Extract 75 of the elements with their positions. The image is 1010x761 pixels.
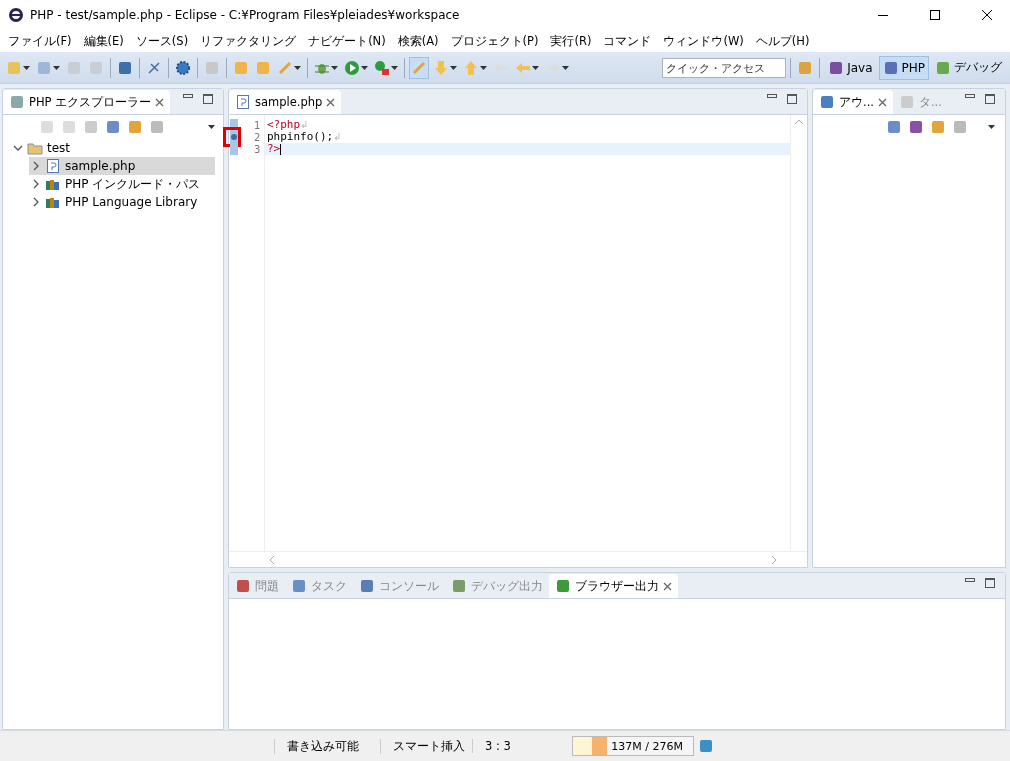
menu-item[interactable]: リファクタリング <box>194 33 303 49</box>
memory-reading: 137M / 276M <box>611 739 683 753</box>
line-number: 3 <box>254 143 262 155</box>
close-icon[interactable] <box>877 97 887 107</box>
caret-icon[interactable] <box>480 65 487 70</box>
line-end-mark: ↲ <box>300 119 309 131</box>
caret-icon[interactable] <box>361 65 368 70</box>
maximize-icon[interactable] <box>787 93 797 104</box>
cursor-position: 3 : 3 <box>472 739 552 753</box>
caret-icon[interactable] <box>208 125 215 129</box>
perspective-button[interactable]: デバッグ <box>931 55 1006 80</box>
view-tab[interactable]: ブラウザー出力 <box>549 574 678 598</box>
tree-item[interactable]: test <box>11 139 215 157</box>
run-toolbox-icon <box>374 59 390 76</box>
maximize-icon <box>930 10 940 20</box>
close-icon[interactable] <box>155 97 165 107</box>
brush-icon <box>411 59 427 76</box>
menu-item[interactable]: ファイル(F) <box>2 33 78 49</box>
code-text: <?php <box>267 119 301 131</box>
menu-item[interactable]: 編集(E) <box>77 33 130 49</box>
menu-item[interactable]: ヘルプ(H) <box>749 33 816 49</box>
code-text: phpinfo(); <box>267 131 334 143</box>
run-icon <box>344 59 360 76</box>
caret-icon[interactable] <box>562 65 569 70</box>
menu-item[interactable]: コマンド <box>597 33 658 49</box>
maximize-icon[interactable] <box>985 577 995 588</box>
caret-icon[interactable] <box>391 65 398 70</box>
minimize-icon[interactable] <box>183 93 193 98</box>
explorer-tab[interactable]: PHP エクスプローラー <box>3 90 171 114</box>
app-icon <box>8 7 24 23</box>
caret-icon[interactable] <box>294 65 301 70</box>
perspective-button[interactable]: Java <box>824 55 877 80</box>
menu-item[interactable]: ウィンドウ(W) <box>657 33 750 49</box>
php-file-icon <box>45 158 61 174</box>
down-arrow-icon <box>433 59 449 76</box>
quick-access-field[interactable]: クイック・アクセス <box>662 57 787 78</box>
tree-item[interactable]: PHP インクルード・パス <box>29 175 215 193</box>
minimize-icon[interactable] <box>767 93 777 98</box>
minimize-icon[interactable] <box>965 577 975 582</box>
menu-item[interactable]: ナビゲート(N) <box>302 33 392 49</box>
status-text: スマート挿入 <box>380 738 472 754</box>
gear-icon <box>175 59 191 76</box>
php-file-icon <box>235 94 251 110</box>
close-icon[interactable] <box>326 97 336 107</box>
minimize-icon[interactable] <box>965 93 975 98</box>
menu-item[interactable]: プロジェクト(P) <box>444 33 545 49</box>
brush-icon <box>277 59 293 76</box>
caret-icon[interactable] <box>450 65 457 70</box>
close-icon <box>982 10 992 20</box>
caret-icon[interactable] <box>532 65 539 70</box>
tree-item[interactable]: sample.php <box>29 157 215 175</box>
perspective-button[interactable]: PHP <box>878 55 929 80</box>
menu-item[interactable]: 検索(A) <box>391 33 445 49</box>
caret-icon[interactable] <box>23 65 30 70</box>
editor-tab[interactable]: sample.php <box>229 90 342 114</box>
caret-icon[interactable] <box>988 125 995 129</box>
code-text: ?> <box>267 143 281 155</box>
text-cursor <box>280 143 282 155</box>
caret-icon[interactable] <box>331 65 338 70</box>
line-number: 2 <box>254 131 262 143</box>
menu-item[interactable]: ソース(S) <box>129 33 195 49</box>
maximize-icon[interactable] <box>985 93 995 104</box>
close-icon[interactable] <box>663 581 672 591</box>
line-number: 1 <box>254 119 262 131</box>
status-text: 書き込み可能 <box>274 738 380 754</box>
caret-icon[interactable] <box>53 65 60 70</box>
up-arrow-icon <box>463 59 479 76</box>
view-tab[interactable]: アウ... <box>813 90 893 114</box>
minimize-icon <box>878 14 888 16</box>
chevron-down-icon[interactable] <box>13 143 23 153</box>
tree-item[interactable]: PHP Language Library <box>29 193 215 211</box>
window-title: PHP - test/sample.php - Eclipse - C:¥Program Files¥pleiades¥workspace <box>30 8 461 22</box>
maximize-icon[interactable] <box>203 93 213 104</box>
line-end-mark: ↲ <box>333 131 342 143</box>
menu-item[interactable]: 実行(R) <box>544 33 598 49</box>
